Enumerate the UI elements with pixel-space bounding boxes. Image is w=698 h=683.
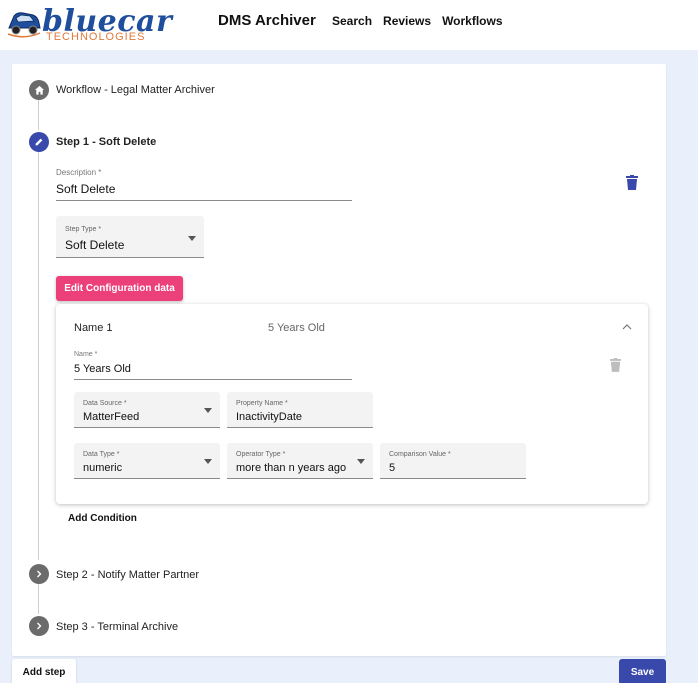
- comparison-value-label: Comparison Value *: [389, 451, 451, 458]
- description-underline: [56, 200, 352, 201]
- step-type-label: Step Type *: [65, 226, 102, 233]
- comparison-value-value: 5: [389, 462, 396, 474]
- nav-search[interactable]: Search: [332, 14, 372, 28]
- app-title: DMS Archiver: [218, 12, 316, 29]
- car-logo-icon: [7, 12, 41, 38]
- condition-name-label: Name *: [74, 351, 98, 358]
- dropdown-caret-icon: [188, 236, 196, 241]
- step-1-label[interactable]: Step 1 - Soft Delete: [56, 136, 156, 148]
- condition-name-underline: [74, 379, 352, 380]
- stepper-connector: [38, 152, 39, 560]
- edit-configuration-button[interactable]: Edit Configuration data: [56, 276, 183, 301]
- condition-summary: 5 Years Old: [268, 322, 325, 334]
- step-type-select[interactable]: Step Type * Soft Delete: [56, 216, 204, 258]
- logo-tagline: TECHNOLOGIES: [46, 31, 146, 43]
- step-2-label[interactable]: Step 2 - Notify Matter Partner: [56, 569, 199, 581]
- nav-reviews[interactable]: Reviews: [383, 14, 431, 28]
- data-source-select[interactable]: Data Source * MatterFeed: [74, 392, 220, 428]
- top-bar: bluecar TECHNOLOGIES DMS Archiver Search…: [0, 0, 698, 50]
- condition-card: Name 1 5 Years Old Name * 5 Years Old Da…: [56, 304, 648, 504]
- dropdown-caret-icon: [357, 459, 365, 464]
- dropdown-caret-icon: [204, 408, 212, 413]
- property-name-label: Property Name *: [236, 400, 288, 407]
- comparison-value-input[interactable]: Comparison Value * 5: [380, 443, 526, 479]
- chevron-right-icon[interactable]: [29, 616, 49, 636]
- condition-name-input[interactable]: 5 Years Old: [74, 363, 131, 375]
- data-type-value: numeric: [83, 462, 123, 474]
- data-type-select[interactable]: Data Type * numeric: [74, 443, 220, 479]
- step-type-value: Soft Delete: [65, 238, 125, 252]
- add-step-button[interactable]: Add step: [12, 659, 76, 683]
- save-button[interactable]: Save: [619, 659, 666, 683]
- condition-name-header[interactable]: Name 1: [74, 322, 113, 334]
- nav-workflows[interactable]: Workflows: [442, 14, 502, 28]
- step-3-label[interactable]: Step 3 - Terminal Archive: [56, 621, 178, 633]
- operator-type-label: Operator Type *: [236, 451, 286, 458]
- edit-pencil-icon[interactable]: [29, 132, 49, 152]
- stepper-connector: [38, 100, 39, 130]
- chevron-right-icon[interactable]: [29, 564, 49, 584]
- data-source-value: MatterFeed: [83, 411, 140, 423]
- delete-condition-trash-icon[interactable]: [610, 358, 621, 372]
- property-name-value: InactivityDate: [236, 411, 303, 423]
- home-icon[interactable]: [29, 80, 49, 100]
- main-nav: Search Reviews Workflows: [332, 14, 503, 28]
- description-label: Description *: [56, 168, 102, 177]
- description-input[interactable]: Soft Delete: [56, 182, 115, 196]
- delete-step-trash-icon[interactable]: [626, 175, 638, 190]
- add-condition-button[interactable]: Add Condition: [68, 513, 137, 524]
- data-type-label: Data Type *: [83, 451, 120, 458]
- workflow-title[interactable]: Workflow - Legal Matter Archiver: [56, 84, 215, 96]
- workflow-panel: Workflow - Legal Matter Archiver Step 1 …: [12, 64, 666, 656]
- chevron-up-icon[interactable]: [622, 318, 632, 336]
- property-name-input[interactable]: Property Name * InactivityDate: [227, 392, 373, 428]
- operator-type-select[interactable]: Operator Type * more than n years ago: [227, 443, 373, 479]
- operator-type-value: more than n years ago: [236, 462, 347, 474]
- data-source-label: Data Source *: [83, 400, 127, 407]
- dropdown-caret-icon: [204, 459, 212, 464]
- bluecar-logo[interactable]: bluecar TECHNOLOGIES: [6, 2, 176, 48]
- stepper-connector: [38, 584, 39, 614]
